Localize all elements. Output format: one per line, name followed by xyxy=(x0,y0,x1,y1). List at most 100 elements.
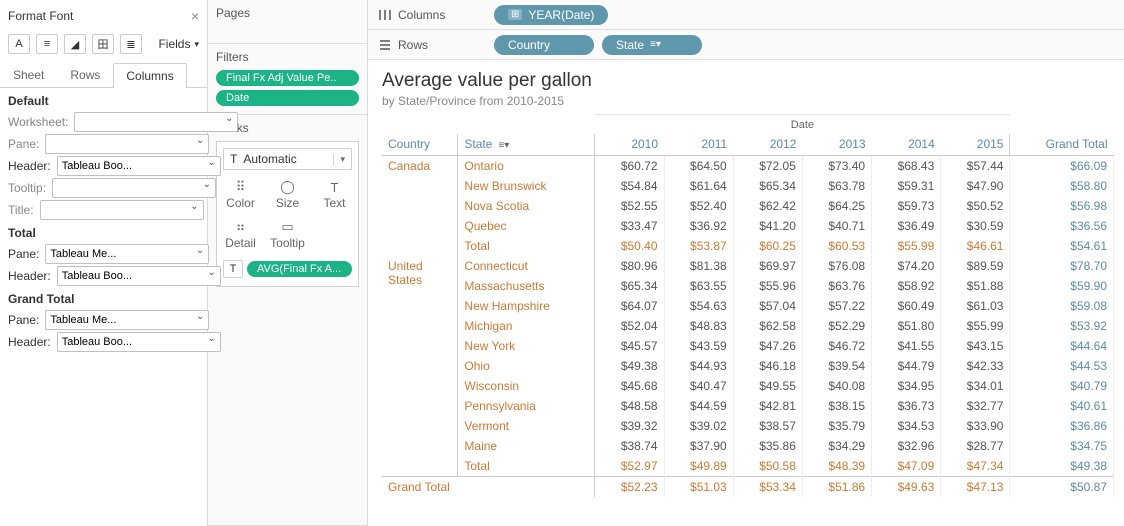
country-cell[interactable]: UnitedStates xyxy=(382,256,458,477)
columns-icon xyxy=(378,8,392,22)
state-cell[interactable]: Connecticut xyxy=(458,256,595,276)
text-encoding-icon[interactable]: T xyxy=(223,260,243,278)
state-cell[interactable]: Maine xyxy=(458,436,595,456)
row-grand-total: $59.90 xyxy=(1010,276,1114,296)
state-cell[interactable]: Quebec xyxy=(458,216,595,236)
grand-total-cell: $52.23 xyxy=(595,477,664,498)
lines-icon[interactable]: ≣ xyxy=(120,34,142,54)
marks-tooltip[interactable]: ▭Tooltip xyxy=(264,216,311,256)
tooltip-font-select[interactable] xyxy=(52,178,216,198)
tab-rows[interactable]: Rows xyxy=(57,62,113,87)
border-icon[interactable]: 田 xyxy=(92,34,114,54)
country-cell[interactable]: Canada xyxy=(382,156,458,257)
state-cell[interactable]: New Brunswick xyxy=(458,176,595,196)
data-cell: $45.68 xyxy=(595,376,664,396)
data-cell: $51.88 xyxy=(941,276,1010,296)
align-icon[interactable]: ≡ xyxy=(36,34,58,54)
grand-total-label: Grand Total xyxy=(382,477,595,498)
state-cell[interactable]: New Hampshire xyxy=(458,296,595,316)
total-pane-select[interactable] xyxy=(45,244,209,264)
data-cell: $58.92 xyxy=(872,276,941,296)
col-header-state[interactable]: State≡▾ xyxy=(458,134,595,156)
data-cell: $54.63 xyxy=(664,296,733,316)
viz-title[interactable]: Average value per gallon xyxy=(382,70,1114,92)
row-grand-total: $34.75 xyxy=(1010,436,1114,456)
col-header-year[interactable]: 2011 xyxy=(664,134,733,156)
format-panel-header: Format Font × xyxy=(8,4,199,30)
data-cell: $41.20 xyxy=(733,216,802,236)
col-header-year[interactable]: 2015 xyxy=(941,134,1010,156)
data-cell: $35.86 xyxy=(733,436,802,456)
section-default: Default xyxy=(8,94,199,108)
row-pill-state[interactable]: State≡▾ xyxy=(602,35,702,55)
total-header-select[interactable] xyxy=(57,266,221,286)
grand-total-cell: $49.63 xyxy=(872,477,941,498)
fields-dropdown[interactable]: Fields xyxy=(158,37,199,51)
grand-total-cell: $51.86 xyxy=(802,477,871,498)
data-cell: $41.55 xyxy=(872,336,941,356)
marks-color[interactable]: ⠿Color xyxy=(217,176,264,216)
worksheet-area: Columns ⊞YEAR(Date) Rows Country State≡▾… xyxy=(368,0,1124,526)
table-row: Michigan$52.04$48.83$62.58$52.29$51.80$5… xyxy=(382,316,1114,336)
tab-columns[interactable]: Columns xyxy=(113,63,186,88)
filters-shelf[interactable]: Filters Final Fx Adj Value Pe.. Date xyxy=(208,44,367,115)
worksheet-font-select[interactable] xyxy=(74,112,238,132)
subtotal-cell: $47.09 xyxy=(872,456,941,477)
table-row: Ohio$49.38$44.93$46.18$39.54$44.79$42.33… xyxy=(382,356,1114,376)
filter-pill-1[interactable]: Date xyxy=(216,90,359,106)
col-pill-year[interactable]: ⊞YEAR(Date) xyxy=(494,5,608,25)
rows-shelf[interactable]: Rows Country State≡▾ xyxy=(368,30,1124,60)
row-grand-total: $36.86 xyxy=(1010,416,1114,436)
state-cell[interactable]: Massachusetts xyxy=(458,276,595,296)
state-cell[interactable]: Pennsylvania xyxy=(458,396,595,416)
col-header-year[interactable]: 2012 xyxy=(733,134,802,156)
data-cell: $52.04 xyxy=(595,316,664,336)
marks-text[interactable]: TText xyxy=(311,176,358,216)
data-cell: $62.58 xyxy=(733,316,802,336)
close-icon[interactable]: × xyxy=(191,8,199,24)
table-row: Massachusetts$65.34$63.55$55.96$63.76$58… xyxy=(382,276,1114,296)
col-header-country[interactable]: Country xyxy=(382,134,458,156)
state-cell[interactable]: Ohio xyxy=(458,356,595,376)
pane-font-select[interactable] xyxy=(45,134,209,154)
pages-shelf[interactable]: Pages xyxy=(208,0,367,44)
data-cell: $89.59 xyxy=(941,256,1010,276)
state-cell[interactable]: Michigan xyxy=(458,316,595,336)
col-header-grand-total[interactable]: Grand Total xyxy=(1010,134,1114,156)
state-cell[interactable]: Ontario xyxy=(458,156,595,177)
state-cell[interactable]: Wisconsin xyxy=(458,376,595,396)
marks-detail[interactable]: ⠶Detail xyxy=(217,216,264,256)
col-header-year[interactable]: 2013 xyxy=(802,134,871,156)
shading-icon[interactable]: ◢ xyxy=(64,34,86,54)
data-cell: $57.44 xyxy=(941,156,1010,177)
title-font-select[interactable] xyxy=(40,200,204,220)
row-grand-total: $56.98 xyxy=(1010,196,1114,216)
row-pill-country[interactable]: Country xyxy=(494,35,594,55)
header-font-select[interactable] xyxy=(57,156,221,176)
table-row: Wisconsin$45.68$40.47$49.55$40.08$34.95$… xyxy=(382,376,1114,396)
data-cell: $34.01 xyxy=(941,376,1010,396)
data-cell: $34.53 xyxy=(872,416,941,436)
data-cell: $35.79 xyxy=(802,416,871,436)
grand-header-select[interactable] xyxy=(57,332,221,352)
marks-size[interactable]: ◯Size xyxy=(264,176,311,216)
data-cell: $48.83 xyxy=(664,316,733,336)
grand-pane-select[interactable] xyxy=(45,310,209,330)
col-header-year[interactable]: 2010 xyxy=(595,134,664,156)
filter-pill-0[interactable]: Final Fx Adj Value Pe.. xyxy=(216,70,359,86)
data-cell: $45.57 xyxy=(595,336,664,356)
tab-sheet[interactable]: Sheet xyxy=(0,62,57,87)
row-grand-total: $66.09 xyxy=(1010,156,1114,177)
state-cell[interactable]: New York xyxy=(458,336,595,356)
marks-card: T Automatic ▾ ⠿Color ◯Size TText ⠶Detail… xyxy=(216,141,359,287)
font-icon[interactable]: A xyxy=(8,34,30,54)
row-grand-total: $78.70 xyxy=(1010,256,1114,276)
col-header-year[interactable]: 2014 xyxy=(872,134,941,156)
mark-type-dropdown[interactable]: T Automatic ▾ xyxy=(223,148,352,170)
row-grand-total: $44.53 xyxy=(1010,356,1114,376)
marks-measure-pill[interactable]: AVG(Final Fx A... xyxy=(247,261,352,277)
state-cell[interactable]: Vermont xyxy=(458,416,595,436)
state-cell[interactable]: Nova Scotia xyxy=(458,196,595,216)
data-cell: $74.20 xyxy=(872,256,941,276)
columns-shelf[interactable]: Columns ⊞YEAR(Date) xyxy=(368,0,1124,30)
